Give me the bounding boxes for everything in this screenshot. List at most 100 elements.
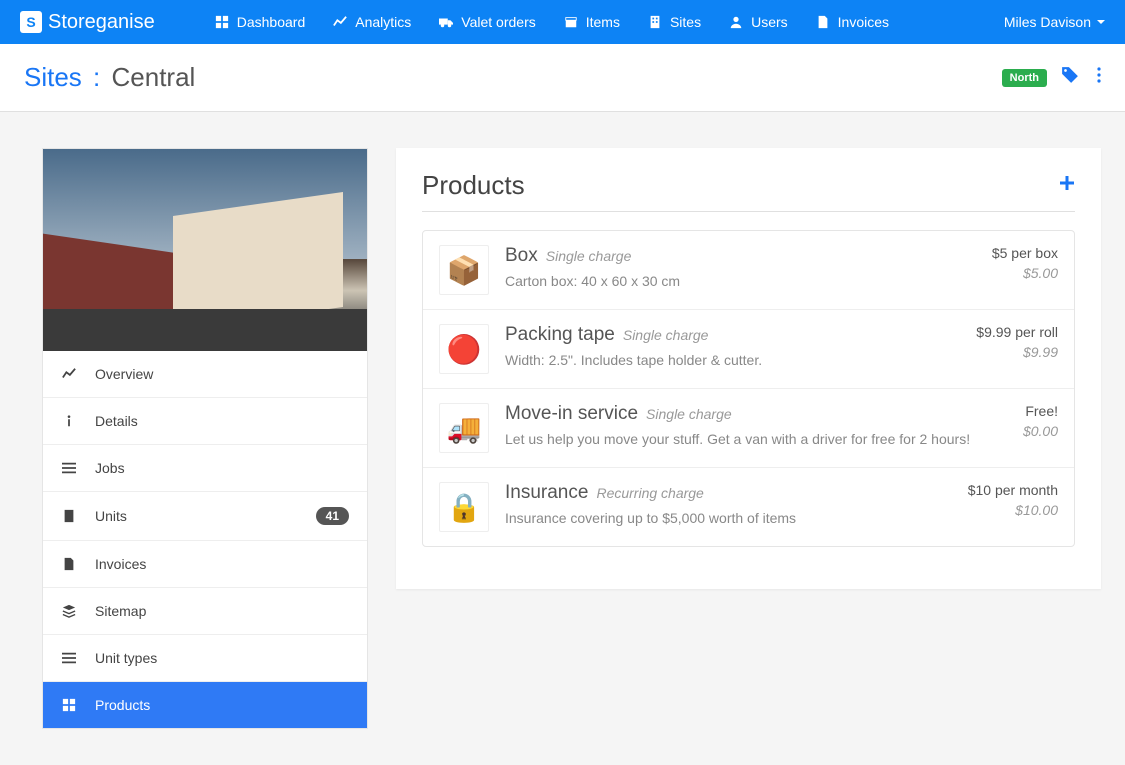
price-label: $9.99 per roll [976,324,1058,340]
file-icon [816,15,830,29]
site-image [43,149,367,351]
product-info: Packing tape Single charge Width: 2.5". … [505,324,960,374]
sidebar-item-label: Units [95,508,127,524]
chart-icon [333,15,347,29]
breadcrumb: Sites : Central [24,62,1002,93]
user-name: Miles Davison [1004,14,1091,30]
chart-icon [61,367,77,381]
breadcrumb-sep: : [93,62,100,92]
product-info: Insurance Recurring charge Insurance cov… [505,482,952,532]
product-description: Insurance covering up to $5,000 worth of… [505,510,952,526]
plus-icon [1059,175,1075,191]
nav-items[interactable]: Items [564,14,620,30]
price-amount: $5.00 [992,265,1058,281]
product-name: Box [505,245,538,267]
product-list: 📦 Box Single charge Carton box: 40 x 60 … [422,230,1075,547]
nav-label: Items [586,14,620,30]
product-row[interactable]: 📦 Box Single charge Carton box: 40 x 60 … [423,231,1074,310]
product-thumbnail: 🔒 [439,482,489,532]
product-name: Insurance [505,482,588,504]
product-name: Packing tape [505,324,615,346]
price-amount: $0.00 [1023,423,1058,439]
info-icon [61,414,77,428]
breadcrumb-root[interactable]: Sites [24,62,82,92]
page-body: Overview Details Jobs Units 41 Invoices [0,112,1125,765]
nav-invoices[interactable]: Invoices [816,14,889,30]
sidebar: Overview Details Jobs Units 41 Invoices [42,148,368,729]
price-label: $10 per month [968,482,1058,498]
list-icon [61,651,77,665]
nav-users[interactable]: Users [729,14,788,30]
product-info: Box Single charge Carton box: 40 x 60 x … [505,245,976,295]
nav-label: Invoices [838,14,889,30]
product-price: $5 per box $5.00 [992,245,1058,295]
panel-header: Products [422,170,1075,212]
price-amount: $10.00 [968,502,1058,518]
nav-sites[interactable]: Sites [648,14,701,30]
product-description: Width: 2.5". Includes tape holder & cutt… [505,352,960,368]
product-thumbnail: 🔴 [439,324,489,374]
sidebar-item-label: Sitemap [95,603,146,619]
nav-label: Dashboard [237,14,306,30]
nav-links: Dashboard Analytics Valet orders Items S… [215,14,1004,30]
sidebar-item-sitemap[interactable]: Sitemap [43,587,367,634]
sidebar-item-label: Details [95,413,138,429]
product-thumbnail: 📦 [439,245,489,295]
list-icon [61,461,77,475]
product-charge-type: Single charge [546,248,632,264]
sidebar-item-overview[interactable]: Overview [43,351,367,397]
brand-name: Storeganise [48,11,155,34]
more-actions-icon[interactable] [1097,67,1101,88]
breadcrumb-bar: Sites : Central North [0,44,1125,112]
product-price: $10 per month $10.00 [968,482,1058,532]
product-row[interactable]: 🔴 Packing tape Single charge Width: 2.5"… [423,310,1074,389]
product-price: Free! $0.00 [1023,403,1058,453]
dashboard-icon [215,15,229,29]
sidebar-item-details[interactable]: Details [43,397,367,444]
user-menu[interactable]: Miles Davison [1004,14,1105,30]
product-description: Carton box: 40 x 60 x 30 cm [505,273,976,289]
panel-title: Products [422,170,1059,201]
nav-label: Sites [670,14,701,30]
product-charge-type: Single charge [646,406,732,422]
building-icon [648,15,662,29]
breadcrumb-current: Central [112,62,196,92]
price-label: Free! [1023,403,1058,419]
nav-label: Users [751,14,788,30]
sidebar-item-jobs[interactable]: Jobs [43,444,367,491]
layers-icon [61,604,77,618]
user-icon [729,15,743,29]
nav-label: Valet orders [461,14,535,30]
price-label: $5 per box [992,245,1058,261]
price-amount: $9.99 [976,344,1058,360]
sidebar-item-units[interactable]: Units 41 [43,491,367,540]
product-charge-type: Recurring charge [596,485,703,501]
nav-analytics[interactable]: Analytics [333,14,411,30]
sidebar-item-label: Unit types [95,650,157,666]
nav-label: Analytics [355,14,411,30]
sidebar-item-unit-types[interactable]: Unit types [43,634,367,681]
sidebar-item-products[interactable]: Products [43,681,367,728]
product-name: Move-in service [505,403,638,425]
main-panel: Products 📦 Box Single charge Carton box:… [396,148,1101,589]
sidebar-item-label: Jobs [95,460,125,476]
product-row[interactable]: 🔒 Insurance Recurring charge Insurance c… [423,468,1074,546]
sidebar-list: Overview Details Jobs Units 41 Invoices [43,351,367,728]
sidebar-item-invoices[interactable]: Invoices [43,540,367,587]
product-thumbnail: 🚚 [439,403,489,453]
brand-logo[interactable]: S Storeganise [20,11,155,34]
add-product-button[interactable] [1059,174,1075,197]
grid-icon [61,698,77,712]
product-price: $9.99 per roll $9.99 [976,324,1058,374]
region-badge: North [1002,69,1047,87]
chevron-down-icon [1097,20,1105,24]
nav-valet-orders[interactable]: Valet orders [439,14,535,30]
product-description: Let us help you move your stuff. Get a v… [505,431,1007,447]
nav-dashboard[interactable]: Dashboard [215,14,306,30]
truck-icon [439,15,453,29]
product-row[interactable]: 🚚 Move-in service Single charge Let us h… [423,389,1074,468]
sidebar-item-label: Overview [95,366,153,382]
product-info: Move-in service Single charge Let us hel… [505,403,1007,453]
file-icon [61,557,77,571]
tag-icon[interactable] [1061,66,1079,89]
